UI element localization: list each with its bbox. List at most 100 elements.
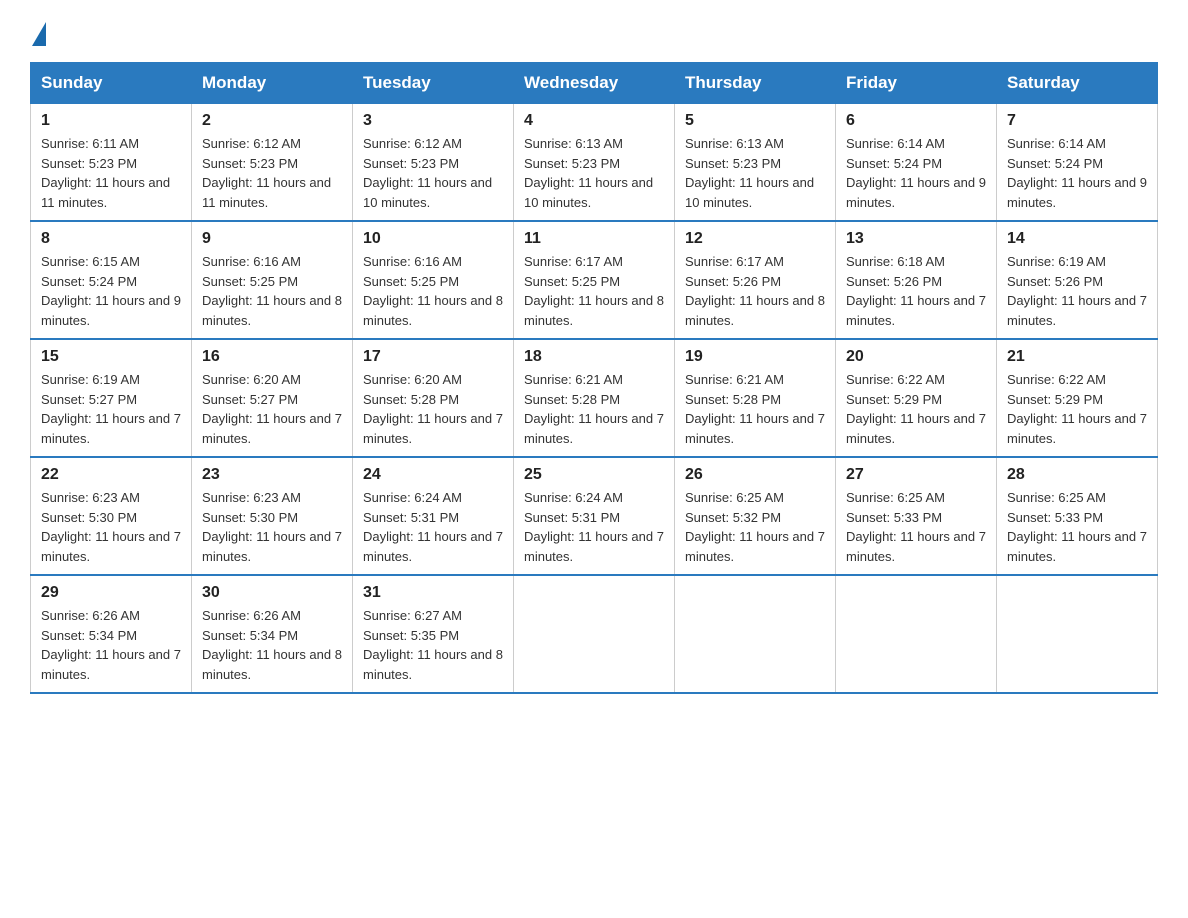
day-number: 25 — [524, 466, 664, 484]
table-row — [836, 575, 997, 693]
day-number: 2 — [202, 112, 342, 130]
day-number: 13 — [846, 230, 986, 248]
table-row: 30 Sunrise: 6:26 AMSunset: 5:34 PMDayligh… — [192, 575, 353, 693]
table-row: 1 Sunrise: 6:11 AMSunset: 5:23 PMDaylight… — [31, 104, 192, 222]
day-number: 28 — [1007, 466, 1147, 484]
day-number: 16 — [202, 348, 342, 366]
day-number: 27 — [846, 466, 986, 484]
table-row: 31Sunrise: 6:27 AMSunset: 5:35 PMDayligh… — [353, 575, 514, 693]
day-info: Sunrise: 6:23 AMSunset: 5:30 PMDaylight:… — [41, 488, 181, 566]
col-thursday: Thursday — [675, 63, 836, 104]
col-sunday: Sunday — [31, 63, 192, 104]
day-info: Sunrise: 6:25 AMSunset: 5:32 PMDaylight:… — [685, 488, 825, 566]
table-row: 17 Sunrise: 6:20 AMSunset: 5:28 PMDayligh… — [353, 339, 514, 457]
table-row: 13 Sunrise: 6:18 AMSunset: 5:26 PMDayligh… — [836, 221, 997, 339]
day-info: Sunrise: 6:12 AMSunset: 5:23 PMDaylight:… — [202, 134, 342, 212]
day-info: Sunrise: 6:27 AMSunset: 5:35 PMDaylight:… — [363, 606, 503, 684]
col-monday: Monday — [192, 63, 353, 104]
day-info: Sunrise: 6:24 AMSunset: 5:31 PMDaylight:… — [363, 488, 503, 566]
day-number: 20 — [846, 348, 986, 366]
day-info: Sunrise: 6:20 AMSunset: 5:27 PMDaylight:… — [202, 370, 342, 448]
table-row: 24 Sunrise: 6:24 AMSunset: 5:31 PMDayligh… — [353, 457, 514, 575]
calendar-week-row: 29 Sunrise: 6:26 AMSunset: 5:34 PMDayligh… — [31, 575, 1158, 693]
day-info: Sunrise: 6:11 AMSunset: 5:23 PMDaylight:… — [41, 134, 181, 212]
calendar-week-row: 15Sunrise: 6:19 AMSunset: 5:27 PMDayligh… — [31, 339, 1158, 457]
calendar-week-row: 22 Sunrise: 6:23 AMSunset: 5:30 PMDayligh… — [31, 457, 1158, 575]
table-row: 28 Sunrise: 6:25 AMSunset: 5:33 PMDayligh… — [997, 457, 1158, 575]
day-info: Sunrise: 6:13 AMSunset: 5:23 PMDaylight:… — [685, 134, 825, 212]
day-info: Sunrise: 6:15 AMSunset: 5:24 PMDaylight:… — [41, 252, 181, 330]
day-info: Sunrise: 6:21 AMSunset: 5:28 PMDaylight:… — [685, 370, 825, 448]
day-info: Sunrise: 6:22 AMSunset: 5:29 PMDaylight:… — [846, 370, 986, 448]
table-row: 22 Sunrise: 6:23 AMSunset: 5:30 PMDayligh… — [31, 457, 192, 575]
table-row: 2 Sunrise: 6:12 AMSunset: 5:23 PMDaylight… — [192, 104, 353, 222]
table-row: 20 Sunrise: 6:22 AMSunset: 5:29 PMDayligh… — [836, 339, 997, 457]
table-row: 4 Sunrise: 6:13 AMSunset: 5:23 PMDaylight… — [514, 104, 675, 222]
day-number: 23 — [202, 466, 342, 484]
day-info: Sunrise: 6:16 AMSunset: 5:25 PMDaylight:… — [202, 252, 342, 330]
day-info: Sunrise: 6:22 AMSunset: 5:29 PMDaylight:… — [1007, 370, 1147, 448]
table-row: 9 Sunrise: 6:16 AMSunset: 5:25 PMDaylight… — [192, 221, 353, 339]
day-number: 15 — [41, 348, 181, 366]
table-row: 18 Sunrise: 6:21 AMSunset: 5:28 PMDayligh… — [514, 339, 675, 457]
table-row: 26 Sunrise: 6:25 AMSunset: 5:32 PMDayligh… — [675, 457, 836, 575]
calendar-week-row: 8 Sunrise: 6:15 AMSunset: 5:24 PMDaylight… — [31, 221, 1158, 339]
day-info: Sunrise: 6:14 AMSunset: 5:24 PMDaylight:… — [1007, 134, 1147, 212]
col-friday: Friday — [836, 63, 997, 104]
day-number: 10 — [363, 230, 503, 248]
day-number: 1 — [41, 112, 181, 130]
day-info: Sunrise: 6:13 AMSunset: 5:23 PMDaylight:… — [524, 134, 664, 212]
day-number: 14 — [1007, 230, 1147, 248]
day-number: 3 — [363, 112, 503, 130]
table-row: 27 Sunrise: 6:25 AMSunset: 5:33 PMDayligh… — [836, 457, 997, 575]
day-number: 17 — [363, 348, 503, 366]
day-info: Sunrise: 6:25 AMSunset: 5:33 PMDaylight:… — [846, 488, 986, 566]
day-number: 7 — [1007, 112, 1147, 130]
day-info: Sunrise: 6:25 AMSunset: 5:33 PMDaylight:… — [1007, 488, 1147, 566]
day-number: 4 — [524, 112, 664, 130]
day-number: 26 — [685, 466, 825, 484]
table-row: 3Sunrise: 6:12 AMSunset: 5:23 PMDaylight… — [353, 104, 514, 222]
col-tuesday: Tuesday — [353, 63, 514, 104]
day-info: Sunrise: 6:16 AMSunset: 5:25 PMDaylight:… — [363, 252, 503, 330]
page-header — [30, 20, 1158, 42]
calendar-header-row: Sunday Monday Tuesday Wednesday Thursday… — [31, 63, 1158, 104]
table-row: 23Sunrise: 6:23 AMSunset: 5:30 PMDayligh… — [192, 457, 353, 575]
day-number: 6 — [846, 112, 986, 130]
table-row: 29 Sunrise: 6:26 AMSunset: 5:34 PMDayligh… — [31, 575, 192, 693]
table-row: 8 Sunrise: 6:15 AMSunset: 5:24 PMDaylight… — [31, 221, 192, 339]
calendar-week-row: 1 Sunrise: 6:11 AMSunset: 5:23 PMDaylight… — [31, 104, 1158, 222]
day-number: 22 — [41, 466, 181, 484]
table-row: 16 Sunrise: 6:20 AMSunset: 5:27 PMDayligh… — [192, 339, 353, 457]
day-number: 12 — [685, 230, 825, 248]
table-row: 7 Sunrise: 6:14 AMSunset: 5:24 PMDaylight… — [997, 104, 1158, 222]
table-row: 6 Sunrise: 6:14 AMSunset: 5:24 PMDaylight… — [836, 104, 997, 222]
day-info: Sunrise: 6:26 AMSunset: 5:34 PMDaylight:… — [202, 606, 342, 684]
day-info: Sunrise: 6:19 AMSunset: 5:26 PMDaylight:… — [1007, 252, 1147, 330]
day-info: Sunrise: 6:21 AMSunset: 5:28 PMDaylight:… — [524, 370, 664, 448]
day-number: 18 — [524, 348, 664, 366]
day-number: 29 — [41, 584, 181, 602]
day-number: 5 — [685, 112, 825, 130]
day-number: 19 — [685, 348, 825, 366]
table-row: 10 Sunrise: 6:16 AMSunset: 5:25 PMDayligh… — [353, 221, 514, 339]
day-info: Sunrise: 6:18 AMSunset: 5:26 PMDaylight:… — [846, 252, 986, 330]
day-number: 11 — [524, 230, 664, 248]
table-row: 11 Sunrise: 6:17 AMSunset: 5:25 PMDayligh… — [514, 221, 675, 339]
table-row: 5 Sunrise: 6:13 AMSunset: 5:23 PMDaylight… — [675, 104, 836, 222]
logo — [30, 20, 46, 42]
day-info: Sunrise: 6:26 AMSunset: 5:34 PMDaylight:… — [41, 606, 181, 684]
day-info: Sunrise: 6:17 AMSunset: 5:25 PMDaylight:… — [524, 252, 664, 330]
day-info: Sunrise: 6:20 AMSunset: 5:28 PMDaylight:… — [363, 370, 503, 448]
table-row: 14 Sunrise: 6:19 AMSunset: 5:26 PMDayligh… — [997, 221, 1158, 339]
table-row: 12Sunrise: 6:17 AMSunset: 5:26 PMDayligh… — [675, 221, 836, 339]
day-info: Sunrise: 6:24 AMSunset: 5:31 PMDaylight:… — [524, 488, 664, 566]
day-number: 21 — [1007, 348, 1147, 366]
day-info: Sunrise: 6:14 AMSunset: 5:24 PMDaylight:… — [846, 134, 986, 212]
calendar-table: Sunday Monday Tuesday Wednesday Thursday… — [30, 62, 1158, 694]
col-saturday: Saturday — [997, 63, 1158, 104]
day-number: 30 — [202, 584, 342, 602]
day-number: 8 — [41, 230, 181, 248]
day-number: 9 — [202, 230, 342, 248]
day-number: 24 — [363, 466, 503, 484]
